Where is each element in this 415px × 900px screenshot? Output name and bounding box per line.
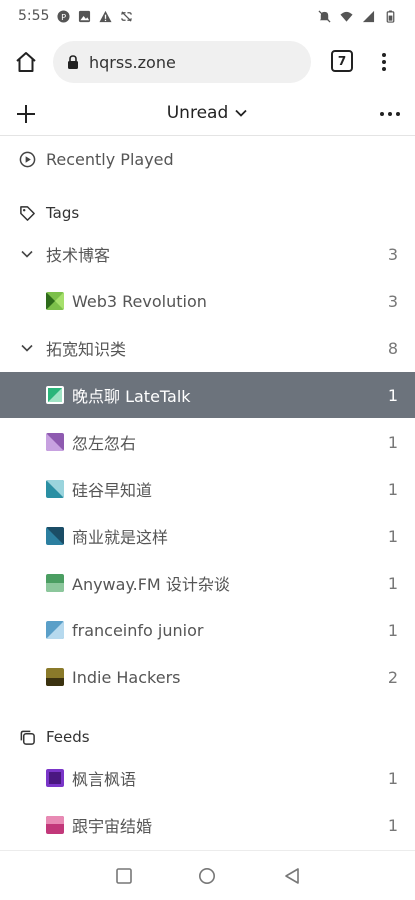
unread-filter-dropdown[interactable]: Unread: [163, 103, 253, 123]
recently-played-item[interactable]: Recently Played: [0, 136, 415, 182]
feed-name: franceinfo junior: [72, 620, 204, 640]
app-header: Unread: [0, 92, 415, 136]
feed-name: Anyway.FM 设计杂谈: [72, 575, 230, 594]
wifi-icon: [340, 11, 353, 22]
home-circle-icon[interactable]: [198, 867, 216, 885]
feed-count: 2: [387, 667, 398, 687]
feed-count: 1: [387, 385, 398, 405]
feed-name: 枫言枫语: [72, 770, 137, 789]
feed-count: 1: [387, 526, 398, 546]
feed-name: 商业就是这样: [72, 528, 169, 547]
more-options-icon[interactable]: [378, 102, 402, 126]
feed-count: 1: [387, 479, 398, 499]
feed-item[interactable]: 跟宇宙结婚 1: [0, 802, 415, 848]
tags-section-label: Tags: [46, 204, 80, 222]
feed-artwork-icon: [46, 386, 64, 404]
tab-switcher-button[interactable]: 7: [331, 50, 353, 72]
status-time: 5:55: [18, 8, 50, 24]
add-icon[interactable]: [14, 102, 38, 126]
feed-artwork-icon: [46, 769, 64, 787]
feed-item-selected[interactable]: 晚点聊 LateTalk 1: [0, 372, 415, 418]
status-bar: 5:55 P: [0, 0, 415, 32]
chevron-down-icon[interactable]: [20, 341, 34, 355]
feed-artwork-icon: [46, 816, 64, 834]
feeds-section-header: Feeds: [0, 714, 415, 760]
feed-artwork-icon: [46, 621, 64, 639]
feed-artwork-icon: [46, 433, 64, 451]
signal-icon: [362, 10, 375, 22]
tag-group-row[interactable]: 拓宽知识类 8: [0, 325, 415, 371]
chevron-down-icon[interactable]: [20, 247, 34, 261]
lock-icon: [68, 55, 78, 69]
feed-item[interactable]: franceinfo junior 1: [0, 607, 415, 653]
tag-group-name: 技术博客: [46, 246, 111, 265]
tag-icon: [20, 205, 35, 221]
tag-group-name: 拓宽知识类: [46, 340, 127, 359]
svg-text:P: P: [62, 11, 67, 21]
url-text: hqrss.zone: [89, 52, 176, 72]
feed-count: 1: [387, 432, 398, 452]
filter-label: Unread: [166, 103, 229, 123]
mute-icon: [318, 9, 331, 23]
feed-item[interactable]: 忽左忽右 1: [0, 419, 415, 465]
tags-section-header: Tags: [0, 190, 415, 236]
feeds-icon: [20, 730, 35, 745]
tab-count: 7: [337, 54, 347, 68]
feed-name: 忽左忽右: [72, 434, 137, 453]
feed-name: 硅谷早知道: [72, 481, 153, 500]
feed-name: 跟宇宙结婚: [72, 817, 153, 836]
address-bar[interactable]: hqrss.zone: [53, 41, 311, 83]
feed-name: Indie Hackers: [72, 667, 181, 687]
browser-menu-icon[interactable]: [376, 50, 392, 74]
system-nav-bar: [0, 850, 415, 900]
tag-group-count: 8: [387, 338, 398, 358]
recents-square-icon[interactable]: [115, 867, 133, 885]
browser-toolbar: hqrss.zone 7: [0, 38, 415, 86]
feeds-section-label: Feeds: [46, 728, 90, 746]
feed-item[interactable]: 硅谷早知道 1: [0, 466, 415, 512]
feed-artwork-icon: [46, 480, 64, 498]
feed-item[interactable]: Web3 Revolution 3: [0, 278, 415, 324]
feed-count: 3: [387, 291, 398, 311]
feed-artwork-icon: [46, 527, 64, 545]
tag-group-count: 3: [387, 244, 398, 264]
link-off-icon: [121, 10, 133, 22]
feed-item[interactable]: 枫言枫语 1: [0, 755, 415, 801]
feed-name: 晚点聊 LateTalk: [72, 387, 191, 406]
feed-count: 1: [387, 815, 398, 835]
feed-artwork-icon: [46, 292, 64, 310]
image-notification-icon: [79, 10, 91, 22]
battery-icon: [386, 9, 395, 23]
feed-name: Web3 Revolution: [72, 291, 207, 311]
back-triangle-icon[interactable]: [283, 867, 301, 885]
feed-count: 1: [387, 620, 398, 640]
warning-icon: [99, 10, 112, 22]
feed-artwork-icon: [46, 574, 64, 592]
feed-item[interactable]: Indie Hackers 2: [0, 654, 415, 700]
recently-played-label: Recently Played: [46, 149, 174, 169]
tag-group-row[interactable]: 技术博客 3: [0, 231, 415, 277]
chevron-down-icon: [235, 109, 247, 117]
feed-item[interactable]: 商业就是这样 1: [0, 513, 415, 559]
play-circle-icon: [19, 151, 36, 167]
feed-count: 1: [387, 768, 398, 788]
app-notification-icon: P: [57, 9, 70, 23]
feed-artwork-icon: [46, 668, 64, 686]
home-icon[interactable]: [14, 50, 38, 74]
feed-item[interactable]: Anyway.FM 设计杂谈 1: [0, 560, 415, 606]
feed-count: 1: [387, 573, 398, 593]
